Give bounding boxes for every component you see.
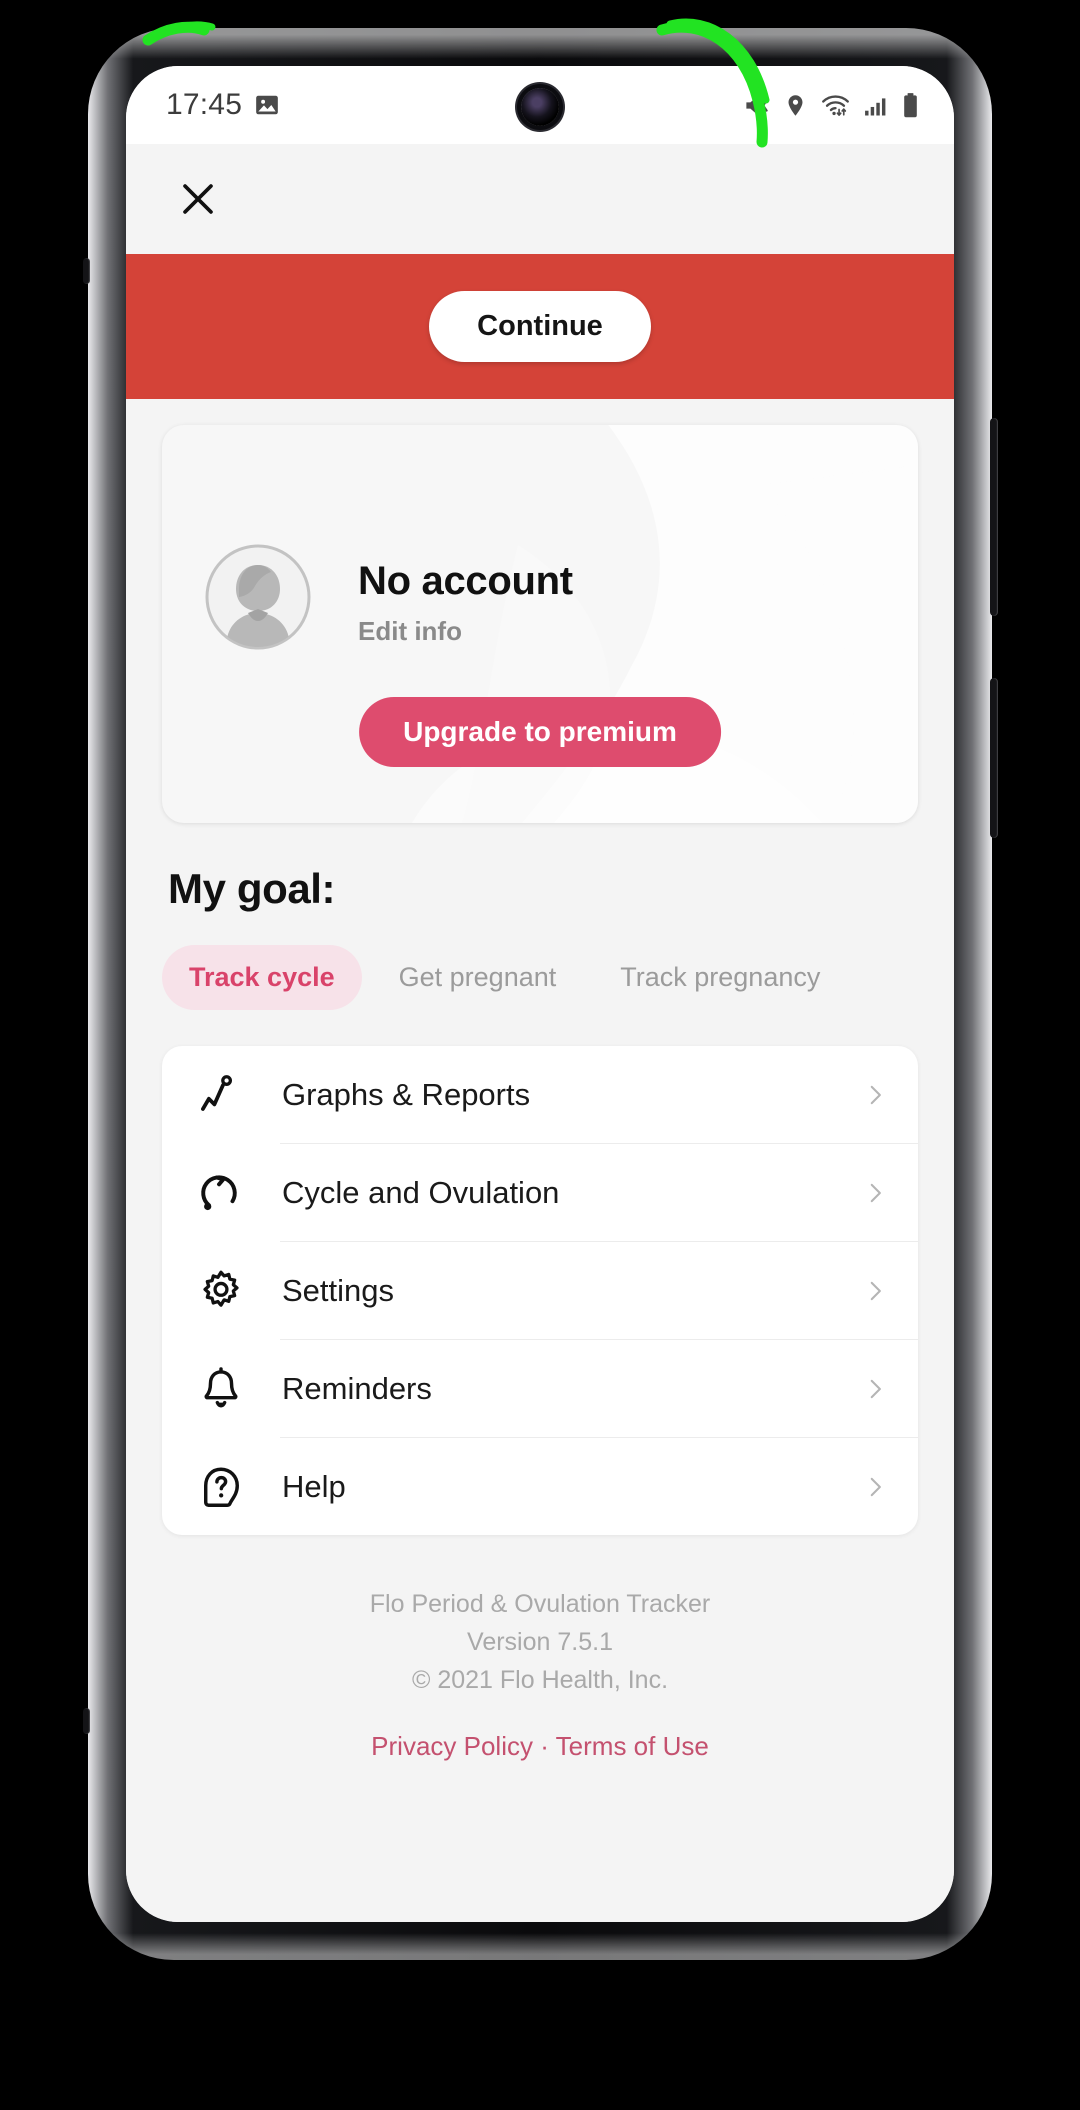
menu-item-label: Graphs & Reports xyxy=(282,1076,531,1112)
footer-version: Version 7.5.1 xyxy=(467,1628,613,1656)
menu-item-cycle-ovulation[interactable]: Cycle and Ovulation xyxy=(162,1144,918,1241)
chevron-right-icon xyxy=(862,1376,888,1402)
menu-item-reminders[interactable]: Reminders xyxy=(162,1340,918,1437)
close-icon[interactable] xyxy=(170,171,226,227)
upgrade-to-premium-button[interactable]: Upgrade to premium xyxy=(359,697,721,767)
menu-item-help[interactable]: Help xyxy=(162,1438,918,1535)
mute-icon xyxy=(743,92,770,119)
footer-copyright: © 2021 Flo Health, Inc. xyxy=(411,1666,669,1694)
left-frame-antenna-line-bottom xyxy=(83,1708,90,1734)
chevron-right-icon xyxy=(862,1474,888,1500)
status-bar-right xyxy=(743,92,920,119)
question-help-icon xyxy=(194,1464,248,1510)
avatar[interactable] xyxy=(204,543,312,656)
front-camera-punch-hole xyxy=(521,88,559,126)
app-top-bar xyxy=(126,144,954,254)
chevron-right-icon xyxy=(862,1082,888,1108)
promo-banner: Continue xyxy=(126,254,954,399)
signal-icon xyxy=(863,93,888,118)
gear-icon xyxy=(194,1268,248,1314)
location-icon xyxy=(783,93,808,118)
footer-links: Privacy Policy · Terms of Use xyxy=(162,1731,918,1762)
main-content: No account Edit info Upgrade to premium … xyxy=(126,425,954,1922)
goal-chip-get-pregnant[interactable]: Get pregnant xyxy=(372,945,584,1010)
terms-of-use-link[interactable]: Terms of Use xyxy=(556,1731,709,1761)
phone-screen: 17:45 Continue No account Edit info Upgr… xyxy=(126,66,954,1922)
edit-info-link[interactable]: Edit info xyxy=(358,616,573,647)
menu-item-label: Cycle and Ovulation xyxy=(282,1174,560,1210)
continue-button[interactable]: Continue xyxy=(429,291,651,362)
wifi-icon xyxy=(821,92,850,119)
menu-item-label: Help xyxy=(282,1468,346,1504)
profile-text-block: No account Edit info xyxy=(358,559,573,647)
goal-chip-track-pregnancy[interactable]: Track pregnancy xyxy=(593,945,847,1010)
goal-chip-group: Track cycle Get pregnant Track pregnancy xyxy=(162,945,918,1010)
menu-item-label: Settings xyxy=(282,1272,395,1308)
menu-item-graphs-reports[interactable]: Graphs & Reports xyxy=(162,1046,918,1143)
bell-icon xyxy=(194,1366,248,1412)
phone-device-frame: 17:45 Continue No account Edit info Upgr… xyxy=(83,28,998,1960)
status-bar-clock: 17:45 xyxy=(166,88,243,121)
app-footer: Flo Period & Ovulation Tracker Version 7… xyxy=(162,1585,918,1762)
battery-icon xyxy=(901,92,920,119)
left-frame-antenna-line-top xyxy=(83,258,90,284)
chevron-right-icon xyxy=(862,1180,888,1206)
status-bar-left: 17:45 xyxy=(166,88,280,122)
privacy-policy-link[interactable]: Privacy Policy xyxy=(371,1731,533,1761)
footer-app-name: Flo Period & Ovulation Tracker xyxy=(369,1590,711,1618)
footer-link-separator: · xyxy=(540,1731,549,1761)
chart-zigzag-icon xyxy=(194,1072,248,1118)
menu-item-settings[interactable]: Settings xyxy=(162,1242,918,1339)
screenshot-root: 17:45 Continue No account Edit info Upgr… xyxy=(0,0,1080,2110)
profile-name: No account xyxy=(358,559,573,603)
cycle-circle-icon xyxy=(194,1170,248,1216)
volume-button[interactable] xyxy=(990,418,998,616)
profile-card[interactable]: No account Edit info Upgrade to premium xyxy=(162,425,918,823)
my-goal-title: My goal: xyxy=(168,865,336,912)
power-button[interactable] xyxy=(990,678,998,838)
menu-item-label: Reminders xyxy=(282,1370,432,1406)
profile-card-inner: No account Edit info Upgrade to premium xyxy=(162,425,918,823)
screenshot-image-icon xyxy=(254,92,280,118)
menu-list: Graphs & Reports Cycle and Ovulation Set… xyxy=(162,1046,918,1535)
chevron-right-icon xyxy=(862,1278,888,1304)
goal-chip-track-cycle[interactable]: Track cycle xyxy=(162,945,362,1010)
